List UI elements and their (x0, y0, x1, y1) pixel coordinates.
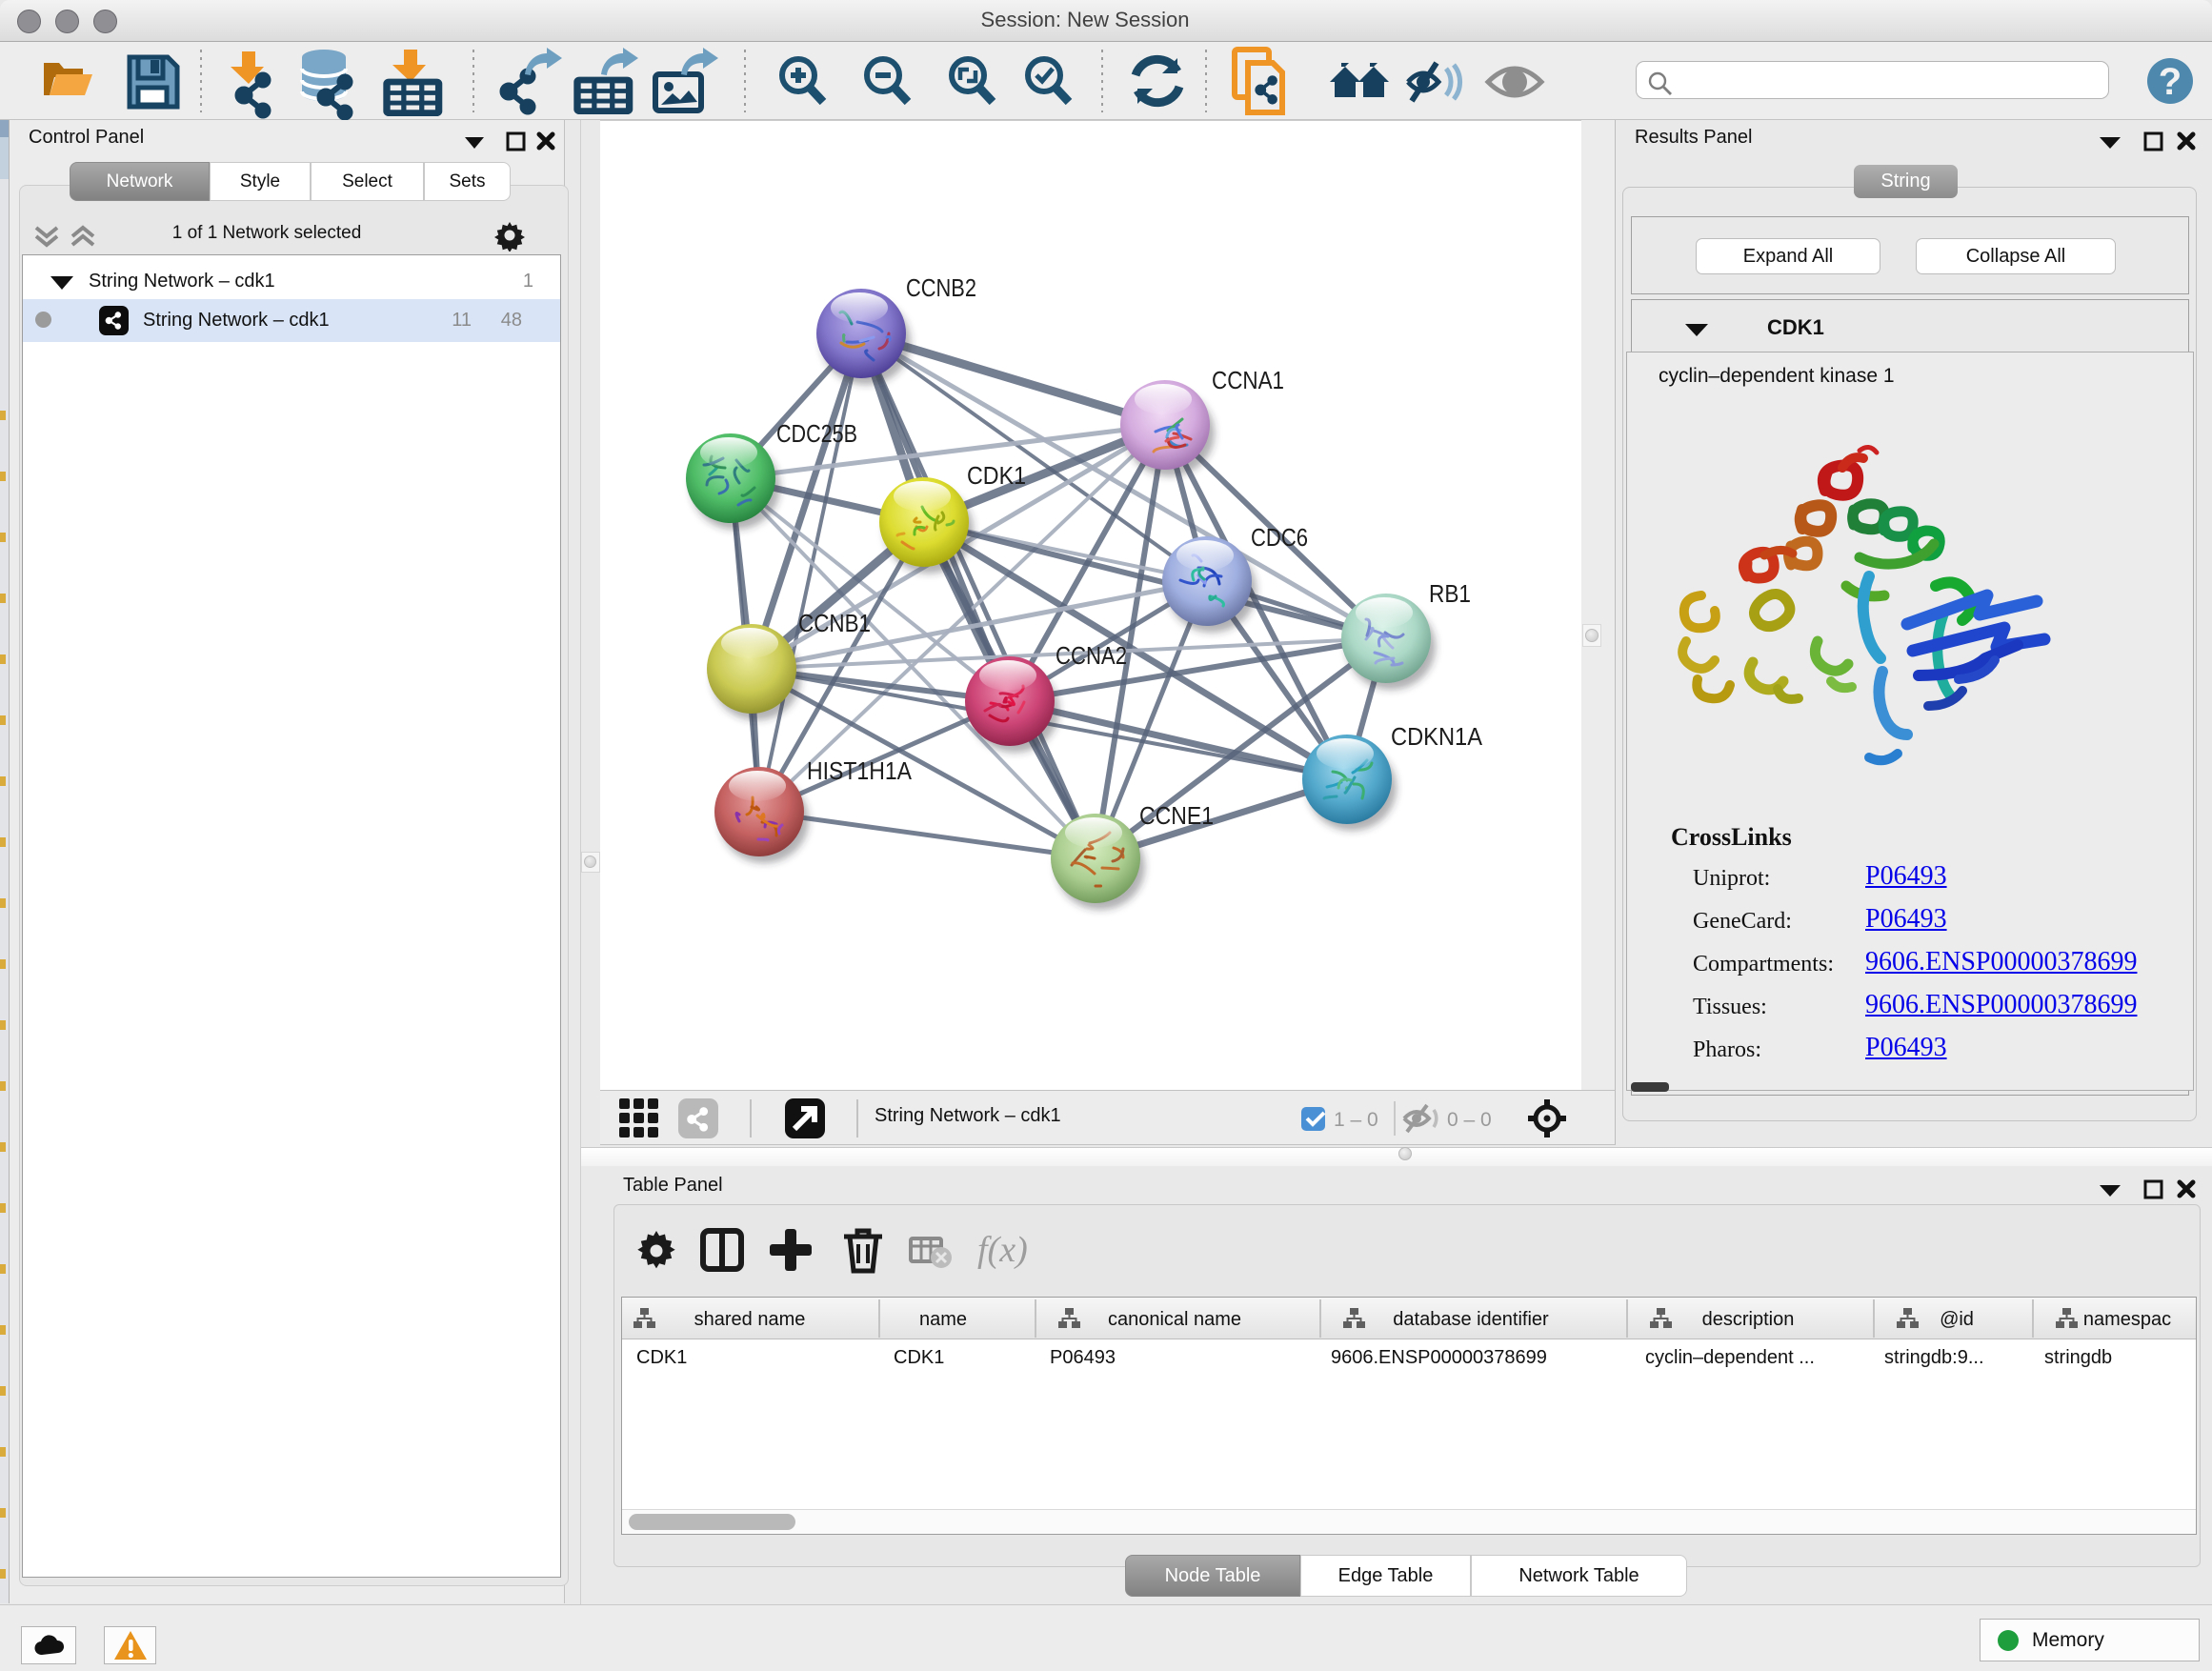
svg-text:CDK1: CDK1 (967, 461, 1026, 490)
svg-text:CCNB2: CCNB2 (906, 273, 976, 302)
svg-text:CCNB1: CCNB1 (798, 609, 871, 637)
svg-text:CDKN1A: CDKN1A (1391, 722, 1483, 751)
svg-text:shared name: shared name (694, 1309, 806, 1330)
svg-text:f(x): f(x) (977, 1230, 1028, 1270)
svg-text:0 – 0: 0 – 0 (1447, 1109, 1492, 1131)
svg-text:HIST1H1A: HIST1H1A (807, 756, 913, 785)
svg-text:RB1: RB1 (1429, 579, 1471, 608)
svg-text:CDC25B: CDC25B (776, 419, 857, 448)
svg-text:canonical name: canonical name (1108, 1309, 1241, 1330)
svg-text:name: name (919, 1309, 967, 1330)
svg-text:@id: @id (1940, 1309, 1974, 1330)
svg-text:CCNE1: CCNE1 (1139, 801, 1214, 830)
svg-text:database identifier: database identifier (1393, 1309, 1549, 1330)
svg-text:?: ? (2159, 61, 2182, 103)
svg-text:CCNA1: CCNA1 (1212, 366, 1284, 394)
svg-text:CDC6: CDC6 (1251, 523, 1308, 552)
svg-text:CCNA2: CCNA2 (1056, 641, 1127, 670)
svg-text:namespac: namespac (2083, 1309, 2171, 1330)
svg-text:1 – 0: 1 – 0 (1334, 1109, 1378, 1131)
svg-text:description: description (1702, 1309, 1795, 1330)
